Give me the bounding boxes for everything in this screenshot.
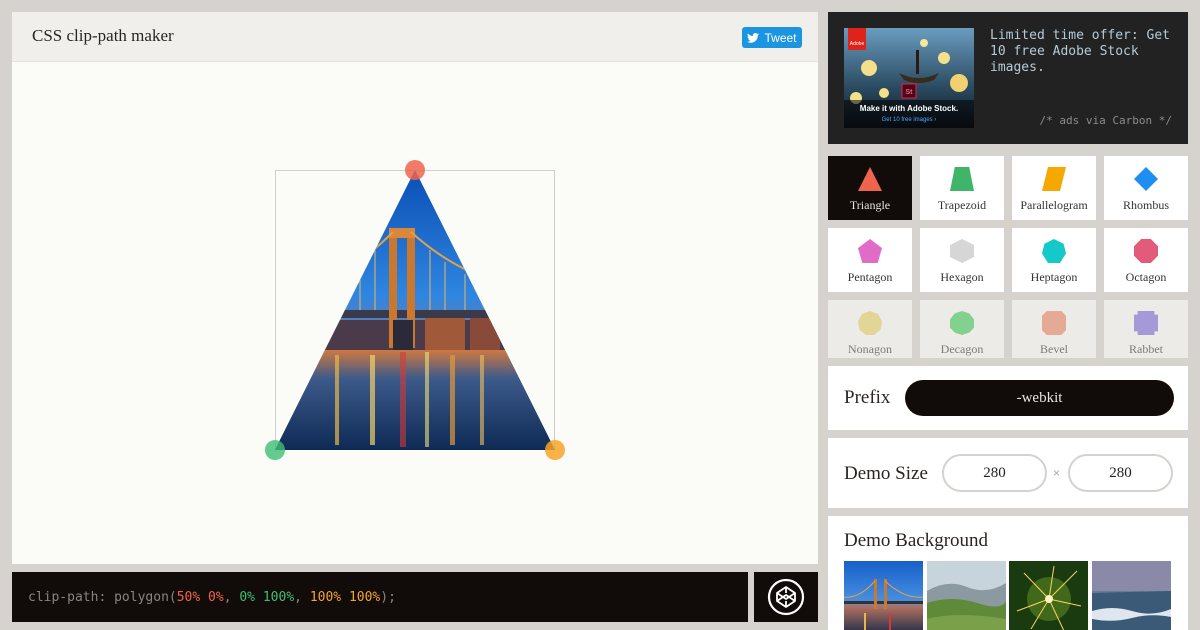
code-sep-1: , <box>223 590 240 605</box>
bg-thumb-seashore[interactable] <box>1092 561 1171 630</box>
point-handle-bottom-right[interactable] <box>545 440 565 460</box>
code-point-1: 50% 0% <box>176 590 224 605</box>
heptagon-icon <box>1042 239 1066 263</box>
point-handle-bottom-left[interactable] <box>265 440 285 460</box>
parallelogram-icon <box>1042 167 1066 191</box>
ad-image-caption: Make it with Adobe Stock. <box>860 104 958 113</box>
bg-thumb-sparkler[interactable] <box>1009 561 1088 630</box>
clip-stage <box>12 63 818 564</box>
carbon-ad[interactable]: Adobe St Make it with Adobe Stock. Get 1… <box>828 12 1188 144</box>
app-title: CSS clip-path maker <box>32 26 174 45</box>
shape-option-label: Trapezoid <box>937 198 987 212</box>
shape-option-label: Heptagon <box>1030 270 1078 284</box>
shape-option-label: Rhombus <box>1122 198 1169 212</box>
shape-option-label: Decagon <box>940 342 984 356</box>
ad-image-subcaption: Get 10 free images › <box>882 117 937 123</box>
shape-option-hexagon[interactable]: Hexagon <box>920 228 1004 292</box>
demo-background-control: Demo Background <box>828 516 1188 630</box>
ad-image[interactable]: Adobe St Make it with Adobe Stock. Get 1… <box>844 28 974 128</box>
shape-option-pentagon[interactable]: Pentagon <box>828 228 912 292</box>
shape-option-heptagon[interactable]: Heptagon <box>1012 228 1096 292</box>
shape-option-label: Pentagon <box>847 270 893 284</box>
pentagon-icon <box>858 239 882 263</box>
height-input[interactable] <box>1068 454 1173 492</box>
ad-via[interactable]: /* ads via Carbon */ <box>1040 114 1172 127</box>
adobe-logo-text: Adobe <box>850 41 865 47</box>
shape-option-label: Rabbet <box>1129 342 1163 356</box>
decagon-icon <box>950 311 974 335</box>
code-property: clip-path: <box>28 590 107 605</box>
codepen-button[interactable] <box>754 572 818 622</box>
shape-option-rhombus[interactable]: Rhombus <box>1104 156 1188 220</box>
times-separator: × <box>1053 466 1061 480</box>
shape-option-decagon[interactable]: Decagon <box>920 300 1004 358</box>
stock-badge-text: St <box>906 89 914 96</box>
editor-panel: CSS clip-path maker Tweet <box>12 12 818 564</box>
shape-option-triangle[interactable]: Triangle <box>828 156 912 220</box>
shape-option-label: Octagon <box>1125 270 1167 284</box>
codepen-icon <box>767 578 805 616</box>
bg-thumb-valley[interactable] <box>927 561 1006 630</box>
code-sep-2: , <box>294 590 310 605</box>
code-func-close: ); <box>380 590 396 605</box>
hexagon-icon <box>950 239 974 263</box>
nonagon-icon <box>858 311 882 335</box>
tweet-label: Tweet <box>764 30 797 45</box>
tweet-button[interactable]: Tweet <box>742 27 802 48</box>
code-point-2: 0% 100% <box>239 590 295 605</box>
editor-header: CSS clip-path maker Tweet <box>12 12 818 62</box>
code-point-3: 100% 100% <box>309 590 381 605</box>
code-func-open: polygon( <box>106 590 177 605</box>
rabbet-icon <box>1134 311 1158 335</box>
shape-option-label: Nonagon <box>848 342 892 356</box>
trapezoid-icon <box>950 167 974 191</box>
shape-option-label: Bevel <box>1040 342 1068 356</box>
bevel-icon <box>1042 311 1066 335</box>
ad-text[interactable]: Limited time offer: Get 10 free Adobe St… <box>990 28 1175 76</box>
shape-option-bevel[interactable]: Bevel <box>1012 300 1096 358</box>
shape-option-octagon[interactable]: Octagon <box>1104 228 1188 292</box>
width-input[interactable] <box>942 454 1047 492</box>
point-handle-top[interactable] <box>405 160 425 180</box>
shape-option-nonagon[interactable]: Nonagon <box>828 300 912 358</box>
demo-background-label: Demo Background <box>844 530 989 551</box>
shape-option-label: Triangle <box>849 198 891 212</box>
shape-option-rabbet[interactable]: Rabbet <box>1104 300 1188 358</box>
shape-option-label: Parallelogram <box>1020 198 1088 212</box>
prefix-toggle[interactable]: -webkit <box>905 380 1174 416</box>
prefix-control: Prefix -webkit <box>828 366 1188 430</box>
shape-option-trapezoid[interactable]: Trapezoid <box>920 156 1004 220</box>
bg-thumb-bridge[interactable] <box>844 561 923 630</box>
shape-option-label: Hexagon <box>940 270 984 284</box>
prefix-label: Prefix <box>844 387 891 408</box>
demo-size-control: Demo Size × <box>828 438 1188 508</box>
demo-size-label: Demo Size <box>844 463 928 484</box>
css-output[interactable]: clip-path: polygon(50% 0%, 0% 100%, 100%… <box>12 572 748 622</box>
twitter-bird-icon <box>747 32 760 43</box>
octagon-icon <box>1134 239 1158 263</box>
triangle-icon <box>858 167 882 191</box>
shape-option-parallelogram[interactable]: Parallelogram <box>1012 156 1096 220</box>
rhombus-icon <box>1134 167 1158 191</box>
